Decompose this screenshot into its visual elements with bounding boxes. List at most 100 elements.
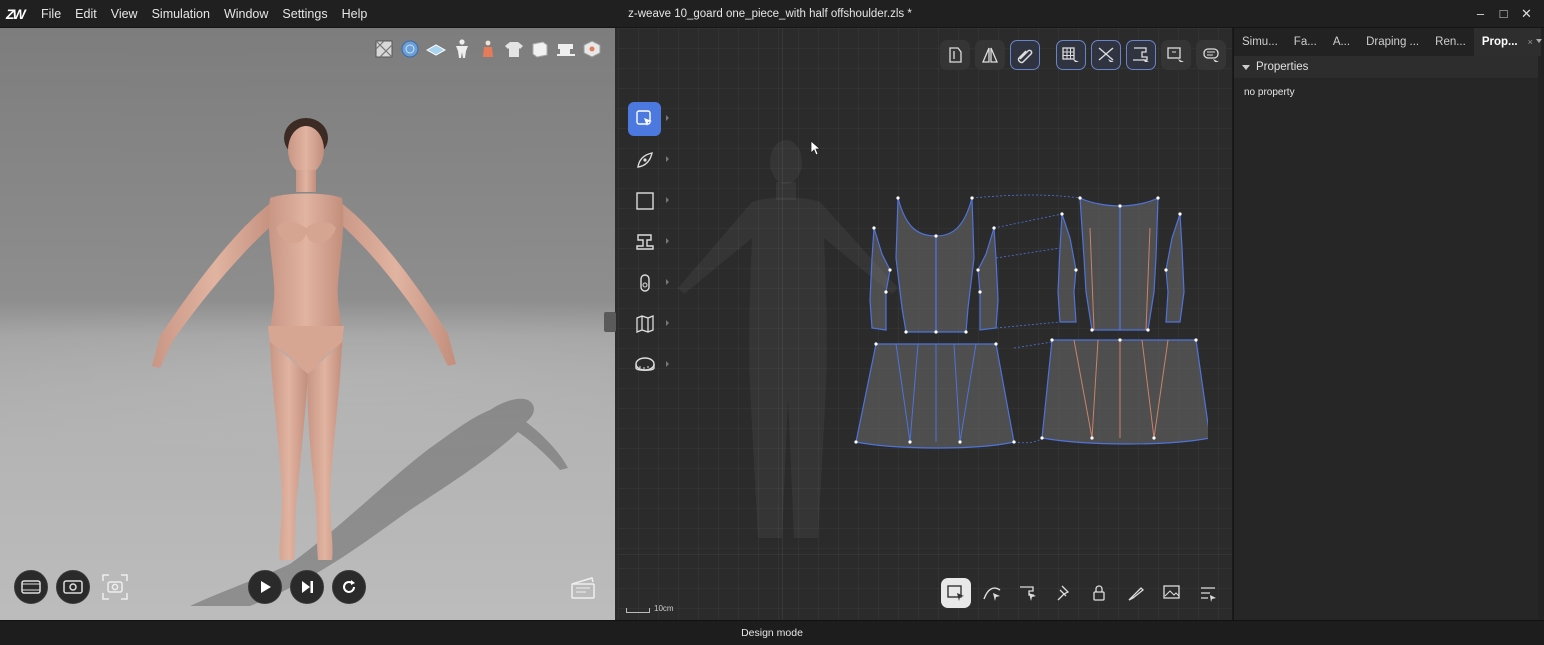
tab-avatar[interactable]: A... bbox=[1325, 28, 1358, 56]
minimize-button[interactable]: – bbox=[1469, 0, 1492, 28]
texture-icon[interactable] bbox=[373, 38, 395, 60]
app-logo: ZW bbox=[6, 6, 26, 22]
avatar-pose-icon[interactable] bbox=[477, 38, 499, 60]
toolbar-gap bbox=[1045, 40, 1051, 70]
edit-curve-icon[interactable] bbox=[977, 578, 1007, 608]
pattern-back-side-right bbox=[1165, 213, 1185, 323]
garment-icon[interactable] bbox=[503, 38, 525, 60]
mouse-cursor-icon bbox=[810, 140, 822, 156]
window-controls: – □ ✕ bbox=[1469, 0, 1538, 28]
tab-properties-label: Prop... bbox=[1481, 36, 1518, 48]
select-box-icon[interactable] bbox=[941, 578, 971, 608]
menu-help[interactable]: Help bbox=[335, 0, 375, 28]
2d-top-toolbar bbox=[940, 40, 1226, 70]
pattern-back-center-left bbox=[1079, 196, 1121, 331]
3d-toolbar bbox=[373, 38, 603, 60]
app-window: ZW File Edit View Simulation Window Sett… bbox=[0, 0, 1544, 645]
panel-tabs: Simu... Fa... A... Draping ... Ren... Pr… bbox=[1234, 28, 1544, 56]
snapshot-icon[interactable] bbox=[98, 570, 132, 604]
status-bar: Design mode bbox=[0, 620, 1544, 645]
pattern-back-skirt bbox=[1041, 339, 1208, 445]
screen-capture-icon[interactable] bbox=[56, 570, 90, 604]
pattern-piece-icon[interactable] bbox=[940, 40, 970, 70]
measure-tape-icon[interactable] bbox=[628, 348, 669, 382]
mirror-pattern-icon[interactable] bbox=[975, 40, 1005, 70]
properties-section-header[interactable]: Properties bbox=[1234, 56, 1539, 78]
grid-view-icon[interactable] bbox=[1056, 40, 1086, 70]
clapperboard-icon[interactable] bbox=[570, 576, 596, 605]
link-icon[interactable] bbox=[1010, 40, 1040, 70]
select-transform-icon[interactable] bbox=[628, 102, 669, 136]
avatar-figure[interactable] bbox=[130, 116, 490, 566]
scale-indicator: 10cm bbox=[626, 604, 674, 613]
pin-icon[interactable] bbox=[1049, 578, 1079, 608]
image-icon[interactable] bbox=[1157, 578, 1187, 608]
step-forward-icon[interactable] bbox=[290, 570, 324, 604]
rectangle-tool-icon[interactable] bbox=[628, 184, 669, 218]
tab-simulation[interactable]: Simu... bbox=[1234, 28, 1286, 56]
splitter-handle[interactable] bbox=[604, 312, 616, 332]
fold-tool-icon[interactable] bbox=[628, 307, 669, 341]
pattern-front-center-right bbox=[935, 197, 975, 333]
maximize-button[interactable]: □ bbox=[1492, 0, 1515, 28]
fabric-print-icon[interactable] bbox=[1196, 40, 1226, 70]
zipper-tool-icon[interactable] bbox=[628, 266, 669, 300]
tab-properties[interactable]: Prop... × bbox=[1473, 28, 1541, 56]
lock-icon[interactable] bbox=[1085, 578, 1115, 608]
menu-window[interactable]: Window bbox=[217, 0, 275, 28]
knife-icon[interactable] bbox=[1121, 578, 1151, 608]
record-video-icon[interactable] bbox=[14, 570, 48, 604]
2d-bottom-toolbar bbox=[941, 578, 1223, 608]
pattern-front-skirt bbox=[855, 343, 1015, 449]
tab-fabric[interactable]: Fa... bbox=[1286, 28, 1325, 56]
caret-down-icon bbox=[1242, 64, 1250, 70]
2d-left-toolbar bbox=[628, 102, 669, 382]
sewing-edit-icon[interactable] bbox=[1013, 578, 1043, 608]
display-icon[interactable] bbox=[1161, 40, 1191, 70]
cube-icon[interactable] bbox=[529, 38, 551, 60]
pattern-back-side-left bbox=[1057, 213, 1077, 323]
play-icon[interactable] bbox=[248, 570, 282, 604]
mode-indicator: Design mode bbox=[741, 627, 803, 639]
cut-view-icon[interactable] bbox=[1091, 40, 1121, 70]
right-panel: Simu... Fa... A... Draping ... Ren... Pr… bbox=[1233, 28, 1544, 620]
menu-file[interactable]: File bbox=[34, 0, 68, 28]
menu-settings[interactable]: Settings bbox=[275, 0, 334, 28]
avatar-icon[interactable] bbox=[451, 38, 473, 60]
pattern-back-center-right bbox=[1119, 197, 1159, 331]
box-3d-icon[interactable] bbox=[581, 38, 603, 60]
tab-draping[interactable]: Draping ... bbox=[1358, 28, 1427, 56]
document-title: z-weave 10_goard one_piece_with half off… bbox=[628, 8, 912, 20]
3d-viewport[interactable] bbox=[0, 28, 615, 620]
pen-tool-icon[interactable] bbox=[628, 143, 669, 177]
panel-scrollbar[interactable] bbox=[1538, 56, 1544, 620]
fabric-ball-icon[interactable] bbox=[399, 38, 421, 60]
sewing-tool-icon[interactable] bbox=[628, 225, 669, 259]
sew-view-icon[interactable] bbox=[1126, 40, 1156, 70]
tab-close-icon[interactable]: × bbox=[1528, 37, 1533, 47]
settings-list-icon[interactable] bbox=[1193, 578, 1223, 608]
garment-patterns[interactable] bbox=[848, 188, 1208, 488]
menu-simulation[interactable]: Simulation bbox=[145, 0, 217, 28]
close-button[interactable]: ✕ bbox=[1515, 0, 1538, 28]
tab-render[interactable]: Ren... bbox=[1427, 28, 1474, 56]
title-bar: ZW File Edit View Simulation Window Sett… bbox=[0, 0, 1544, 28]
menu-edit[interactable]: Edit bbox=[68, 0, 104, 28]
reset-icon[interactable] bbox=[332, 570, 366, 604]
simulation-playback bbox=[248, 570, 366, 604]
tab-overflow-icon[interactable] bbox=[1536, 39, 1542, 43]
menu-bar: File Edit View Simulation Window Setting… bbox=[34, 0, 374, 28]
pattern-front-center-left bbox=[895, 197, 937, 333]
no-property-text: no property bbox=[1244, 87, 1295, 98]
scale-label: 10cm bbox=[654, 604, 674, 613]
record-tools bbox=[14, 570, 132, 604]
sewing-machine-icon[interactable] bbox=[555, 38, 577, 60]
fabric-layer-icon[interactable] bbox=[425, 38, 447, 60]
menu-view[interactable]: View bbox=[104, 0, 145, 28]
scale-bar bbox=[626, 608, 650, 613]
2d-pattern-window[interactable]: 10cm bbox=[618, 28, 1232, 620]
pattern-front-side-right bbox=[977, 227, 999, 331]
pattern-front-side-left bbox=[869, 227, 891, 331]
properties-title: Properties bbox=[1256, 61, 1309, 73]
baseline bbox=[618, 554, 1232, 555]
